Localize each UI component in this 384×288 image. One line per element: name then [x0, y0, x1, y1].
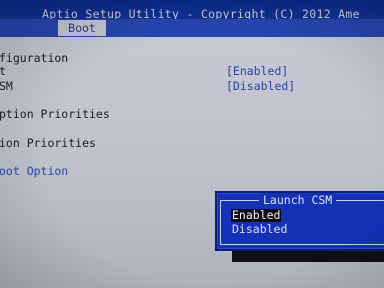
popup-title: Launch CSM: [259, 193, 337, 207]
tab-boot[interactable]: Boot: [58, 20, 106, 36]
setting-label-1[interactable]: t: [0, 64, 6, 78]
popup-option-enabled[interactable]: Enabled: [231, 209, 282, 222]
setting-value-1[interactable]: [Enabled]: [226, 64, 288, 78]
launch-csm-popup: Launch CSM Enabled Disabled: [215, 191, 384, 251]
setting-label-configuration: figuration: [0, 51, 69, 65]
tab-previous[interactable]: [0, 20, 62, 35]
tab-others[interactable]: [112, 20, 372, 35]
setting-option-priorities-1[interactable]: ption Priorities: [0, 107, 110, 121]
setting-label-csm[interactable]: SM: [0, 79, 13, 93]
setting-boot-option[interactable]: oot Option: [0, 164, 68, 178]
setting-option-priorities-2[interactable]: ion Priorities: [0, 136, 96, 150]
setting-value-csm[interactable]: [Disabled]: [226, 79, 295, 93]
popup-option-disabled[interactable]: Disabled: [231, 223, 288, 236]
bios-screen: Aptio Setup Utility - Copyright (C) 2012…: [0, 0, 384, 288]
